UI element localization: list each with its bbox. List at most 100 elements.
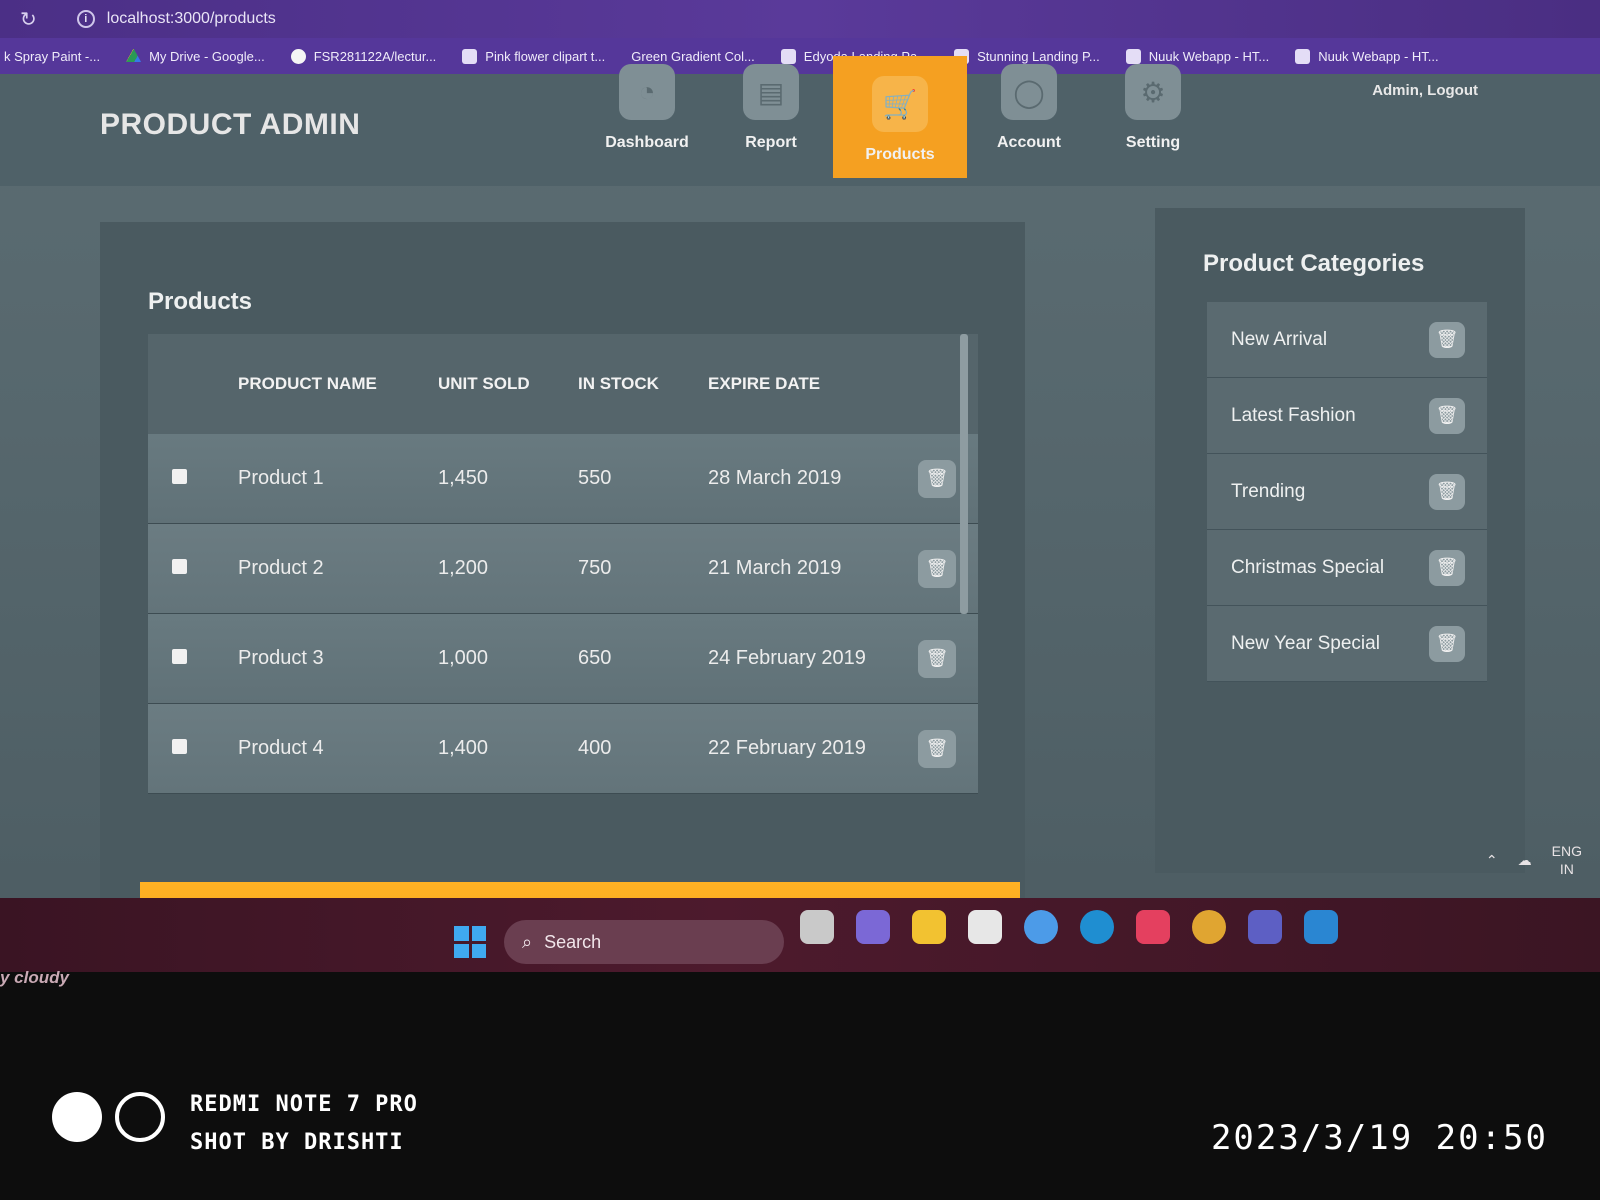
clipchamp-icon[interactable] [1024,910,1058,944]
shot-by: SHOT BY DRISHTI [190,1130,404,1155]
category-label: Latest Fashion [1231,404,1356,426]
expire-date: 28 March 2019 [708,467,842,489]
site-info-icon[interactable]: i [76,10,95,28]
trash-icon[interactable]: 🗑 [1429,625,1465,662]
chat-icon[interactable] [856,910,890,944]
categories-title: Product Categories [1203,250,1425,277]
category-item[interactable]: New Year Special 🗑 [1207,606,1487,682]
column-header: PRODUCT NAME [238,374,377,393]
language-code: ENG [1551,843,1582,859]
bookmark[interactable]: My Drive - Google... [126,48,265,64]
onedrive-icon[interactable]: ☁ [1518,852,1532,869]
category-item[interactable]: Trending 🗑 [1207,454,1487,530]
unit-sold: 1,000 [438,647,489,669]
search-placeholder: Search [544,931,602,952]
row-checkbox[interactable] [172,739,187,754]
bookmark[interactable]: Pink flower clipart t... [462,48,605,64]
page-icon [462,48,478,64]
trash-icon[interactable]: 🗑 [1429,397,1465,434]
search-icon: ⌕ [522,931,533,952]
chevron-up-icon[interactable]: ⌃ [1486,852,1498,869]
windows-start-icon[interactable] [454,926,486,958]
category-item[interactable]: Christmas Special 🗑 [1207,530,1487,606]
app-page: PRODUCT ADMIN ◔ Dashboard ▤ Report 🛒 Pro… [0,56,1600,962]
github-icon [290,48,306,64]
trash-icon[interactable]: 🗑 [1429,473,1465,510]
row-checkbox[interactable] [172,649,187,664]
brand-title[interactable]: PRODUCT ADMIN [100,108,360,142]
user-icon: ◯ [1001,64,1057,120]
category-item[interactable]: Latest Fashion 🗑 [1207,378,1487,454]
main-nav: ◔ Dashboard ▤ Report 🛒 Products ◯ Accoun… [585,56,1215,178]
task-view-icon[interactable] [800,910,834,944]
store-icon[interactable] [968,910,1002,944]
row-checkbox[interactable] [172,469,187,484]
system-tray: ⌃ ☁ ENG IN [1486,842,1582,878]
trash-icon[interactable]: 🗑 [918,639,956,678]
nav-label: Account [997,134,1061,151]
reload-icon[interactable]: ↻ [20,7,37,32]
cart-icon: 🛒 [872,76,928,132]
category-label: New Year Special [1231,632,1380,654]
instagram-icon[interactable] [1136,910,1170,944]
trash-icon[interactable]: 🗑 [918,459,956,498]
trash-icon[interactable]: 🗑 [918,729,956,768]
nav-label: Dashboard [605,134,689,151]
bookmark[interactable]: FSR281122A/lectur... [290,48,437,64]
nav-report[interactable]: ▤ Report [709,56,833,166]
weather-widget[interactable]: y cloudy [0,968,69,988]
in-stock: 550 [578,467,612,489]
column-header: IN STOCK [578,374,659,393]
camera-watermark: REDMI NOTE 7 PRO SHOT BY DRISHTI [190,1086,418,1162]
chrome-icon[interactable] [1192,910,1226,944]
nav-dashboard[interactable]: ◔ Dashboard [585,56,709,166]
bookmark-label: k Spray Paint -... [4,48,101,64]
table-row[interactable]: Product 2 1,200 750 21 March 2019 🗑 [148,524,978,614]
file-explorer-icon[interactable] [912,910,946,944]
nav-label: Report [745,134,797,151]
product-name: Product 2 [238,557,324,579]
bookmark-label: FSR281122A/lectur... [313,48,437,64]
expire-date: 24 February 2019 [708,647,866,669]
vscode-icon[interactable] [1304,910,1338,944]
trash-icon[interactable]: 🗑 [1429,549,1465,586]
nav-label: Products [865,146,935,163]
watermark-dot [52,1092,102,1142]
url-text[interactable]: localhost:3000/products [107,10,276,28]
trash-icon[interactable]: 🗑 [1429,321,1465,358]
admin-logout-link[interactable]: Admin, Logout [1372,82,1478,99]
in-stock: 400 [578,737,612,759]
bookmark[interactable]: Nuuk Webapp - HT... [1295,48,1439,64]
bookmark[interactable]: k Spray Paint -... [4,49,100,64]
taskbar-apps [800,910,1338,944]
nav-label: Setting [1125,134,1181,151]
expire-date: 21 March 2019 [708,557,842,579]
teams-icon[interactable] [1248,910,1282,944]
table-row[interactable]: Product 3 1,000 650 24 February 2019 🗑 [148,614,978,704]
language-indicator[interactable]: ENG IN [1552,842,1582,878]
address-bar[interactable]: ↻ i localhost:3000/products [0,0,1600,38]
bookmark-label: Nuuk Webapp - HT... [1318,48,1439,64]
table-row[interactable]: Product 1 1,450 550 28 March 2019 🗑 [148,434,978,524]
app-header: PRODUCT ADMIN ◔ Dashboard ▤ Report 🛒 Pro… [0,56,1600,186]
unit-sold: 1,400 [438,737,489,759]
nav-account[interactable]: ◯ Account [967,56,1091,166]
product-name: Product 4 [238,737,324,759]
column-header: UNIT SOLD [438,374,530,393]
trash-icon[interactable]: 🗑 [918,549,956,588]
in-stock: 650 [578,647,612,669]
categories-panel: Product Categories New Arrival 🗑 Latest … [1155,208,1525,873]
row-checkbox[interactable] [172,559,187,574]
product-name: Product 1 [238,467,324,489]
speedometer-icon: ◔ [619,64,675,120]
taskbar-search[interactable]: ⌕ Search [504,920,784,964]
nav-setting[interactable]: ⚙ Setting [1091,56,1215,166]
table-scrollbar[interactable] [960,334,968,614]
category-item[interactable]: New Arrival 🗑 [1207,302,1487,378]
edge-icon[interactable] [1080,910,1114,944]
watermark-ring [115,1092,165,1142]
products-title: Products [148,288,253,315]
nav-products[interactable]: 🛒 Products [833,56,967,178]
in-stock: 750 [578,557,612,579]
table-row[interactable]: Product 4 1,400 400 22 February 2019 🗑 [148,704,978,794]
